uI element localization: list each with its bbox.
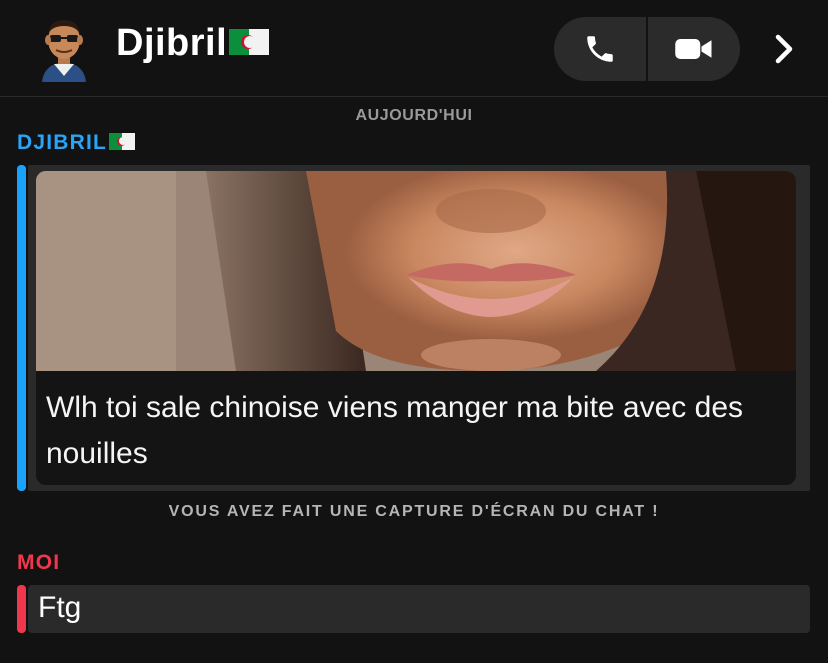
- algeria-flag-icon: [109, 132, 136, 150]
- screenshot-notice: VOUS AVEZ FAIT UNE CAPTURE D'ÉCRAN DU CH…: [168, 503, 660, 520]
- bitmoji-avatar-icon: [42, 20, 86, 82]
- face-photo-image: [36, 171, 796, 371]
- snap-caption-text: Wlh toi sale chinoise viens manger ma bi…: [46, 391, 744, 470]
- message-background: [28, 585, 810, 633]
- snap-media-card[interactable]: Wlh toi sale chinoise viens manger ma bi…: [36, 171, 796, 485]
- algeria-flag-icon: [229, 28, 270, 55]
- message-text: Ftg: [38, 591, 82, 624]
- voice-call-button[interactable]: [554, 17, 646, 81]
- video-camera-icon: [675, 39, 712, 59]
- sender-name: DJIBRIL: [17, 131, 108, 154]
- chat-header: Djibril: [0, 0, 828, 97]
- contact-name[interactable]: Djibril: [116, 22, 270, 65]
- sender-label-me: MOI: [17, 551, 61, 574]
- phone-icon: [587, 36, 613, 62]
- sender-label-them: DJIBRIL: [17, 131, 136, 155]
- snap-caption: Wlh toi sale chinoise viens manger ma bi…: [36, 371, 796, 485]
- more-button[interactable]: [764, 28, 804, 70]
- date-separator: AUJOURD'HUI: [355, 107, 473, 124]
- sender-color-bar: [17, 585, 26, 633]
- avatar[interactable]: [36, 14, 92, 82]
- chevron-right-icon: [775, 34, 793, 64]
- snap-photo[interactable]: [36, 171, 796, 371]
- video-call-button[interactable]: [648, 17, 740, 81]
- sender-color-bar: [17, 165, 26, 491]
- message-snap-them[interactable]: Wlh toi sale chinoise viens manger ma bi…: [17, 165, 810, 491]
- contact-name-text: Djibril: [116, 22, 228, 64]
- call-controls: [554, 17, 740, 81]
- message-text-me[interactable]: Ftg: [17, 585, 810, 633]
